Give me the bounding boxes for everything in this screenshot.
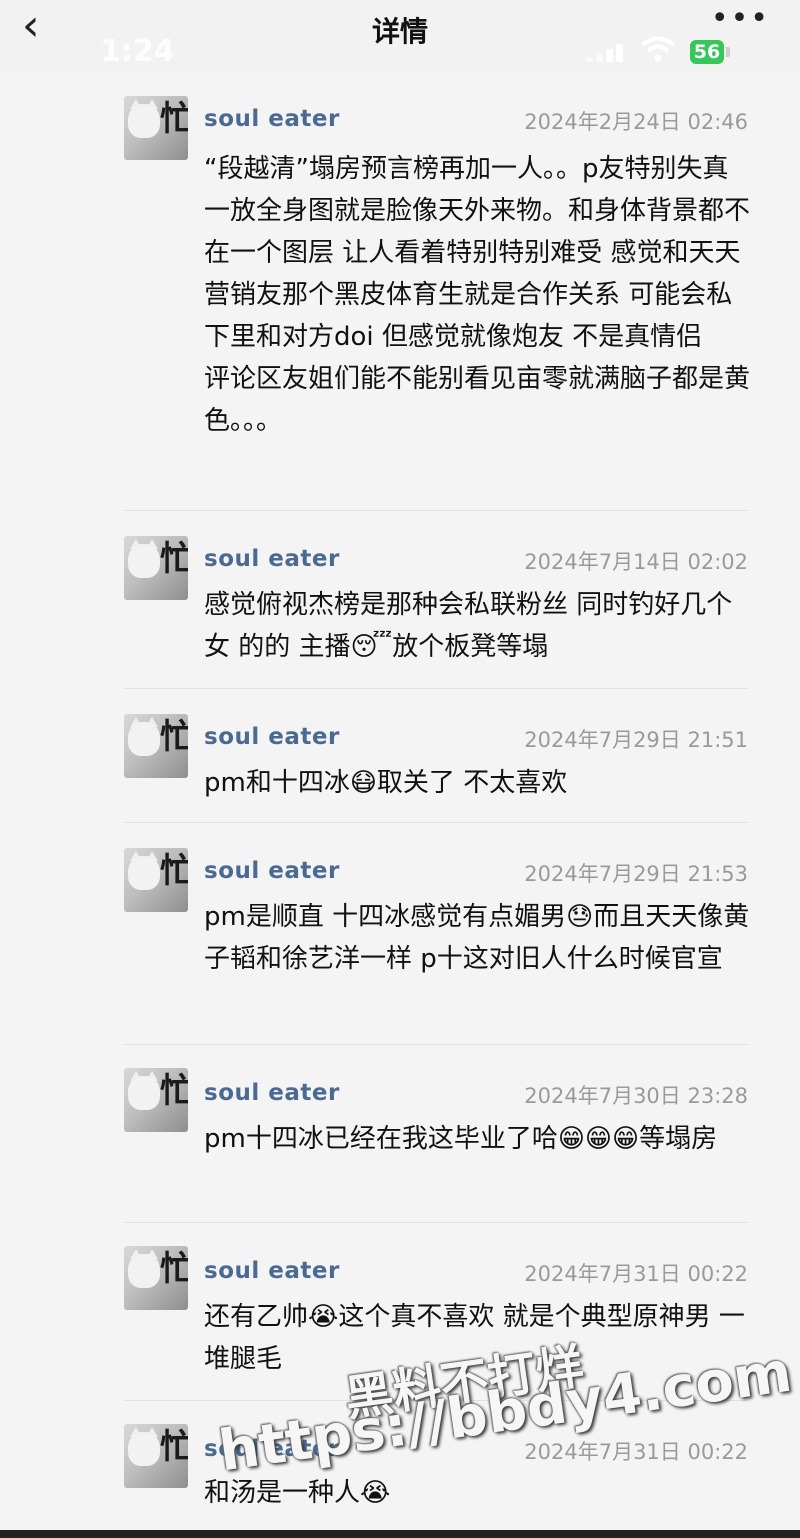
comment-text: pm十四冰已经在我这毕业了哈😁😁😁等塌房 (204, 1124, 718, 1154)
timestamp: 2024年7月31日 00:22 (524, 1262, 748, 1286)
avatar[interactable]: 忙 (124, 1424, 188, 1488)
comment-text: 感觉俯视杰榜是那种会私联粉丝 同时钓好几个女 的的 主播😴放个板凳等塌 (204, 590, 733, 662)
more-options-icon[interactable]: ••• (711, 4, 770, 34)
avatar[interactable]: 忙 (124, 848, 188, 912)
username[interactable]: soul eater (204, 858, 340, 884)
timestamp: 2024年7月29日 21:53 (524, 862, 748, 886)
avatar[interactable]: 忙 (124, 1068, 188, 1132)
comment-text: “段越清”塌房预言榜再加一人。。p​友特别失真 一放全身图就是脸像天外来物。和身… (204, 154, 751, 436)
bottom-edge (0, 1530, 800, 1538)
divider (124, 510, 748, 511)
avatar[interactable]: 忙 (124, 96, 188, 160)
avatar[interactable]: 忙 (124, 714, 188, 778)
divider (124, 1222, 748, 1223)
username[interactable]: soul eater (204, 1258, 340, 1284)
nav-bar: ‹ 详情 ••• 1:24 56 (0, 0, 800, 70)
comment-text: 和汤是一种人😭 (204, 1478, 391, 1508)
timestamp: 2024年7月30日 23:28 (524, 1084, 748, 1108)
cellular-signal-icon (586, 44, 626, 62)
timestamp: 2024年7月29日 21:51 (524, 728, 748, 752)
avatar[interactable]: 忙 (124, 536, 188, 600)
divider (124, 822, 748, 823)
timestamp: 2024年7月31日 00:22 (524, 1440, 748, 1464)
wifi-icon (640, 36, 676, 62)
username[interactable]: soul eater (204, 106, 340, 132)
comment-text: pm是顺直 十四冰感觉有点媚男😓而且天天像黄子韬和徐艺洋一样 p十这对旧人什么时… (204, 902, 750, 974)
battery-tip (726, 47, 730, 57)
avatar[interactable]: 忙 (124, 1246, 188, 1310)
timestamp: 2024年2月24日 02:46 (524, 110, 748, 134)
comment-text: pm和十四冰😷取关了 不太喜欢 (204, 768, 568, 798)
username[interactable]: soul eater (204, 546, 340, 572)
battery-icon: 56 (690, 40, 724, 64)
timestamp: 2024年7月14日 02:02 (524, 550, 748, 574)
divider (124, 688, 748, 689)
username[interactable]: soul eater (204, 1080, 340, 1106)
divider (124, 1044, 748, 1045)
username[interactable]: soul eater (204, 724, 340, 750)
status-time: 1:24 (100, 34, 175, 69)
